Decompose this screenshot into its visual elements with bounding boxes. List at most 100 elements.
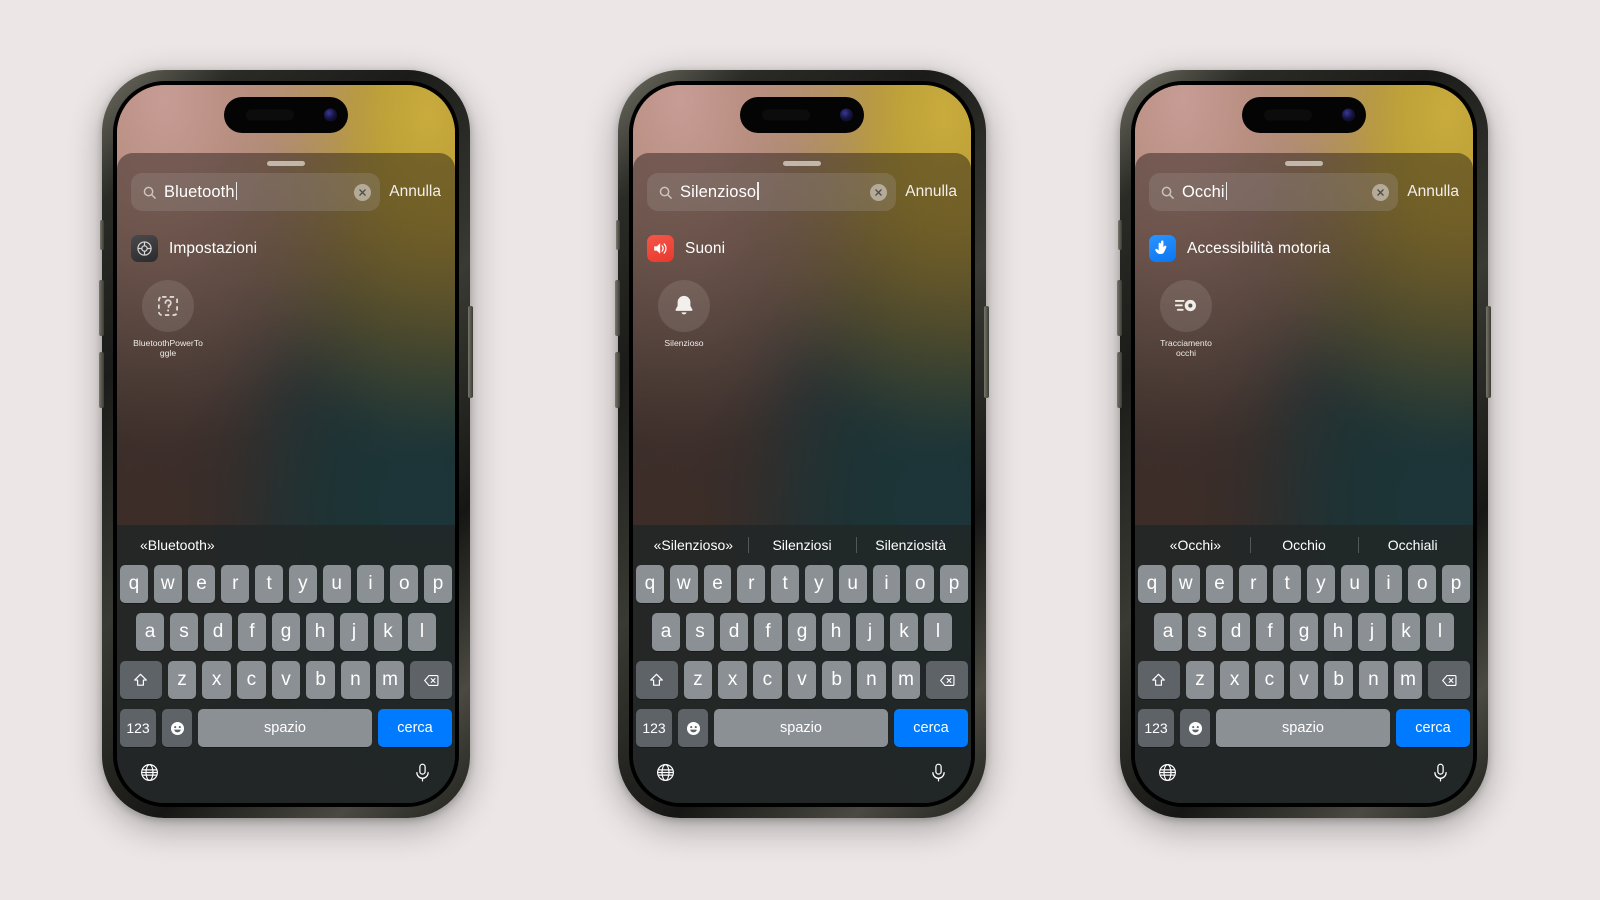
search-input[interactable]: Silenzioso [647,173,897,211]
volume-down-button[interactable] [615,352,620,408]
search-input[interactable]: Occhi [1149,173,1399,211]
shift-key[interactable] [636,661,678,699]
key-c[interactable]: c [752,661,782,699]
result-shortcut-item[interactable]: Silenzioso [647,280,721,348]
shift-key[interactable] [1138,661,1180,699]
key-v[interactable]: v [1289,661,1319,699]
key-c[interactable]: c [236,661,266,699]
key-j[interactable]: j [856,613,884,651]
sheet-grabber[interactable] [267,161,305,166]
key-y[interactable]: y [1307,565,1335,603]
suggestion-0[interactable]: «Bluetooth» [123,537,232,553]
backspace-key[interactable] [1428,661,1470,699]
suggestion-0[interactable]: «Occhi» [1141,537,1250,553]
key-p[interactable]: p [940,565,968,603]
space-key[interactable]: spazio [1216,709,1390,747]
key-p[interactable]: p [1442,565,1470,603]
key-r[interactable]: r [737,565,766,603]
key-q[interactable]: q [120,565,148,603]
silent-switch[interactable] [100,220,104,250]
suggestion-0[interactable]: «Silenzioso» [639,537,748,553]
suggestion-1[interactable]: Occhio [1250,537,1359,553]
cancel-search-button[interactable]: Annulla [905,183,957,201]
clear-search-button[interactable] [354,183,372,201]
key-r[interactable]: r [1239,565,1268,603]
key-l[interactable]: l [1426,613,1454,651]
key-j[interactable]: j [1358,613,1386,651]
suggestion-1[interactable]: Silenziosi [748,537,857,553]
search-go-key[interactable]: cerca [378,709,452,747]
key-a[interactable]: a [136,613,164,651]
key-i[interactable]: i [872,565,901,603]
emoji-key[interactable] [162,709,192,747]
key-i[interactable]: i [1374,565,1403,603]
key-q[interactable]: q [1138,565,1166,603]
space-key[interactable]: spazio [198,709,372,747]
power-button[interactable] [1486,306,1491,398]
key-l[interactable]: l [408,613,436,651]
result-app-row[interactable]: Impostazioni [131,235,441,262]
key-x[interactable]: x [1220,661,1249,699]
clear-search-button[interactable] [1372,183,1390,201]
key-b[interactable]: b [822,661,852,699]
key-e[interactable]: e [1205,565,1234,603]
key-r[interactable]: r [221,565,250,603]
key-m[interactable]: m [375,661,405,699]
volume-up-button[interactable] [99,280,104,336]
clear-search-button[interactable] [870,183,888,201]
key-u[interactable]: u [1340,565,1369,603]
globe-key[interactable] [1157,762,1178,788]
key-b[interactable]: b [1324,661,1354,699]
key-g[interactable]: g [788,613,816,651]
key-z[interactable]: z [1185,661,1215,699]
key-s[interactable]: s [1188,613,1216,651]
key-k[interactable]: k [1392,613,1420,651]
key-d[interactable]: d [1222,613,1250,651]
key-l[interactable]: l [924,613,952,651]
key-p[interactable]: p [424,565,452,603]
key-y[interactable]: y [805,565,833,603]
key-a[interactable]: a [1154,613,1182,651]
volume-up-button[interactable] [1117,280,1122,336]
key-h[interactable]: h [1324,613,1352,651]
key-u[interactable]: u [838,565,867,603]
sheet-grabber[interactable] [783,161,821,166]
key-w[interactable]: w [153,565,182,603]
result-shortcut-item[interactable]: BluetoothPowerToggle [131,280,205,359]
cancel-search-button[interactable]: Annulla [389,183,441,201]
key-c[interactable]: c [1254,661,1284,699]
numbers-key[interactable]: 123 [636,709,672,747]
key-x[interactable]: x [718,661,747,699]
result-app-row[interactable]: Accessibilità motoria [1149,235,1459,262]
search-input[interactable]: Bluetooth [131,173,381,211]
key-f[interactable]: f [754,613,782,651]
dictation-key[interactable] [928,762,949,788]
key-k[interactable]: k [374,613,402,651]
numbers-key[interactable]: 123 [1138,709,1174,747]
key-h[interactable]: h [822,613,850,651]
key-a[interactable]: a [652,613,680,651]
key-s[interactable]: s [686,613,714,651]
suggestion-2[interactable]: Silenziosità [856,537,965,553]
key-z[interactable]: z [167,661,197,699]
key-v[interactable]: v [787,661,817,699]
key-e[interactable]: e [187,565,216,603]
key-u[interactable]: u [322,565,351,603]
power-button[interactable] [984,306,989,398]
search-go-key[interactable]: cerca [894,709,968,747]
key-v[interactable]: v [271,661,301,699]
space-key[interactable]: spazio [714,709,888,747]
key-h[interactable]: h [306,613,334,651]
power-button[interactable] [468,306,473,398]
search-go-key[interactable]: cerca [1396,709,1470,747]
key-m[interactable]: m [891,661,921,699]
key-w[interactable]: w [669,565,698,603]
key-f[interactable]: f [238,613,266,651]
key-w[interactable]: w [1171,565,1200,603]
silent-switch[interactable] [616,220,620,250]
dictation-key[interactable] [412,762,433,788]
key-d[interactable]: d [204,613,232,651]
emoji-key[interactable] [678,709,708,747]
sheet-grabber[interactable] [1285,161,1323,166]
key-t[interactable]: t [771,565,799,603]
